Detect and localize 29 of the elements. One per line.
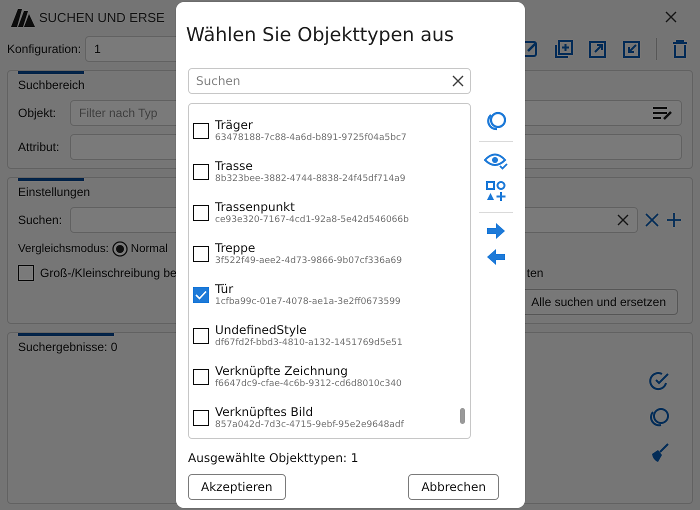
object-type-id: df67fd2f-bbd3-4810-a132-1451769d5e51 [215,338,403,348]
object-type-id: 1cfba99c-01e7-4078-ae1a-3e2ff0673599 [215,297,401,307]
section-heading: Einstellungen [18,185,90,199]
object-type-name: Verknüpfte Zeichnung [215,364,349,378]
section-heading: Suchbereich [18,78,85,92]
option-label: ten [526,266,544,280]
attribute-label: Attribut: [18,140,60,154]
mode-label: Vergleichsmodus: [18,243,109,255]
object-type-name: Verknüpftes Bild [215,405,314,419]
object-type-id: 8b323bee-3882-4744-8838-24f45df714a9 [215,174,406,184]
window-title: SUCHEN UND ERSE [39,10,165,24]
mode-option: Normal [130,243,168,255]
object-type-name: Tür [215,282,234,296]
object-type-name: Trassenpunkt [215,200,296,214]
selected-count: Ausgewählte Objekttypen: 1 [188,451,360,465]
object-type-id: 3f522f49-aee2-4d73-9866-9b07cf336a69 [215,256,402,266]
object-label: Objekt: [18,106,58,120]
object-type-id: 63478188-7c88-4a6d-b891-9725f04a5bc7 [215,133,407,143]
search-label: Suchen: [18,213,64,227]
object-type-id: f6647dc9-cfae-4c6b-9312-cd6d8010c340 [215,379,402,389]
object-type-name: UndefinedStyle [215,323,308,337]
object-type-id: ce93e320-7167-4cd1-92a8-5e42d546066b [215,215,409,225]
object-type-id: 857a042d-7d3c-4715-9ebf-95e2e9648adf [215,420,404,430]
config-label: Konfiguration: [7,42,82,56]
case-sensitive-label: Groß-/Kleinschreibung be [40,266,177,280]
object-type-name: Träger [215,118,254,132]
object-type-name: Treppe [215,241,256,255]
object-type-name: Trasse [215,159,254,173]
results-count: Suchergebnisse: 0 [18,340,118,354]
